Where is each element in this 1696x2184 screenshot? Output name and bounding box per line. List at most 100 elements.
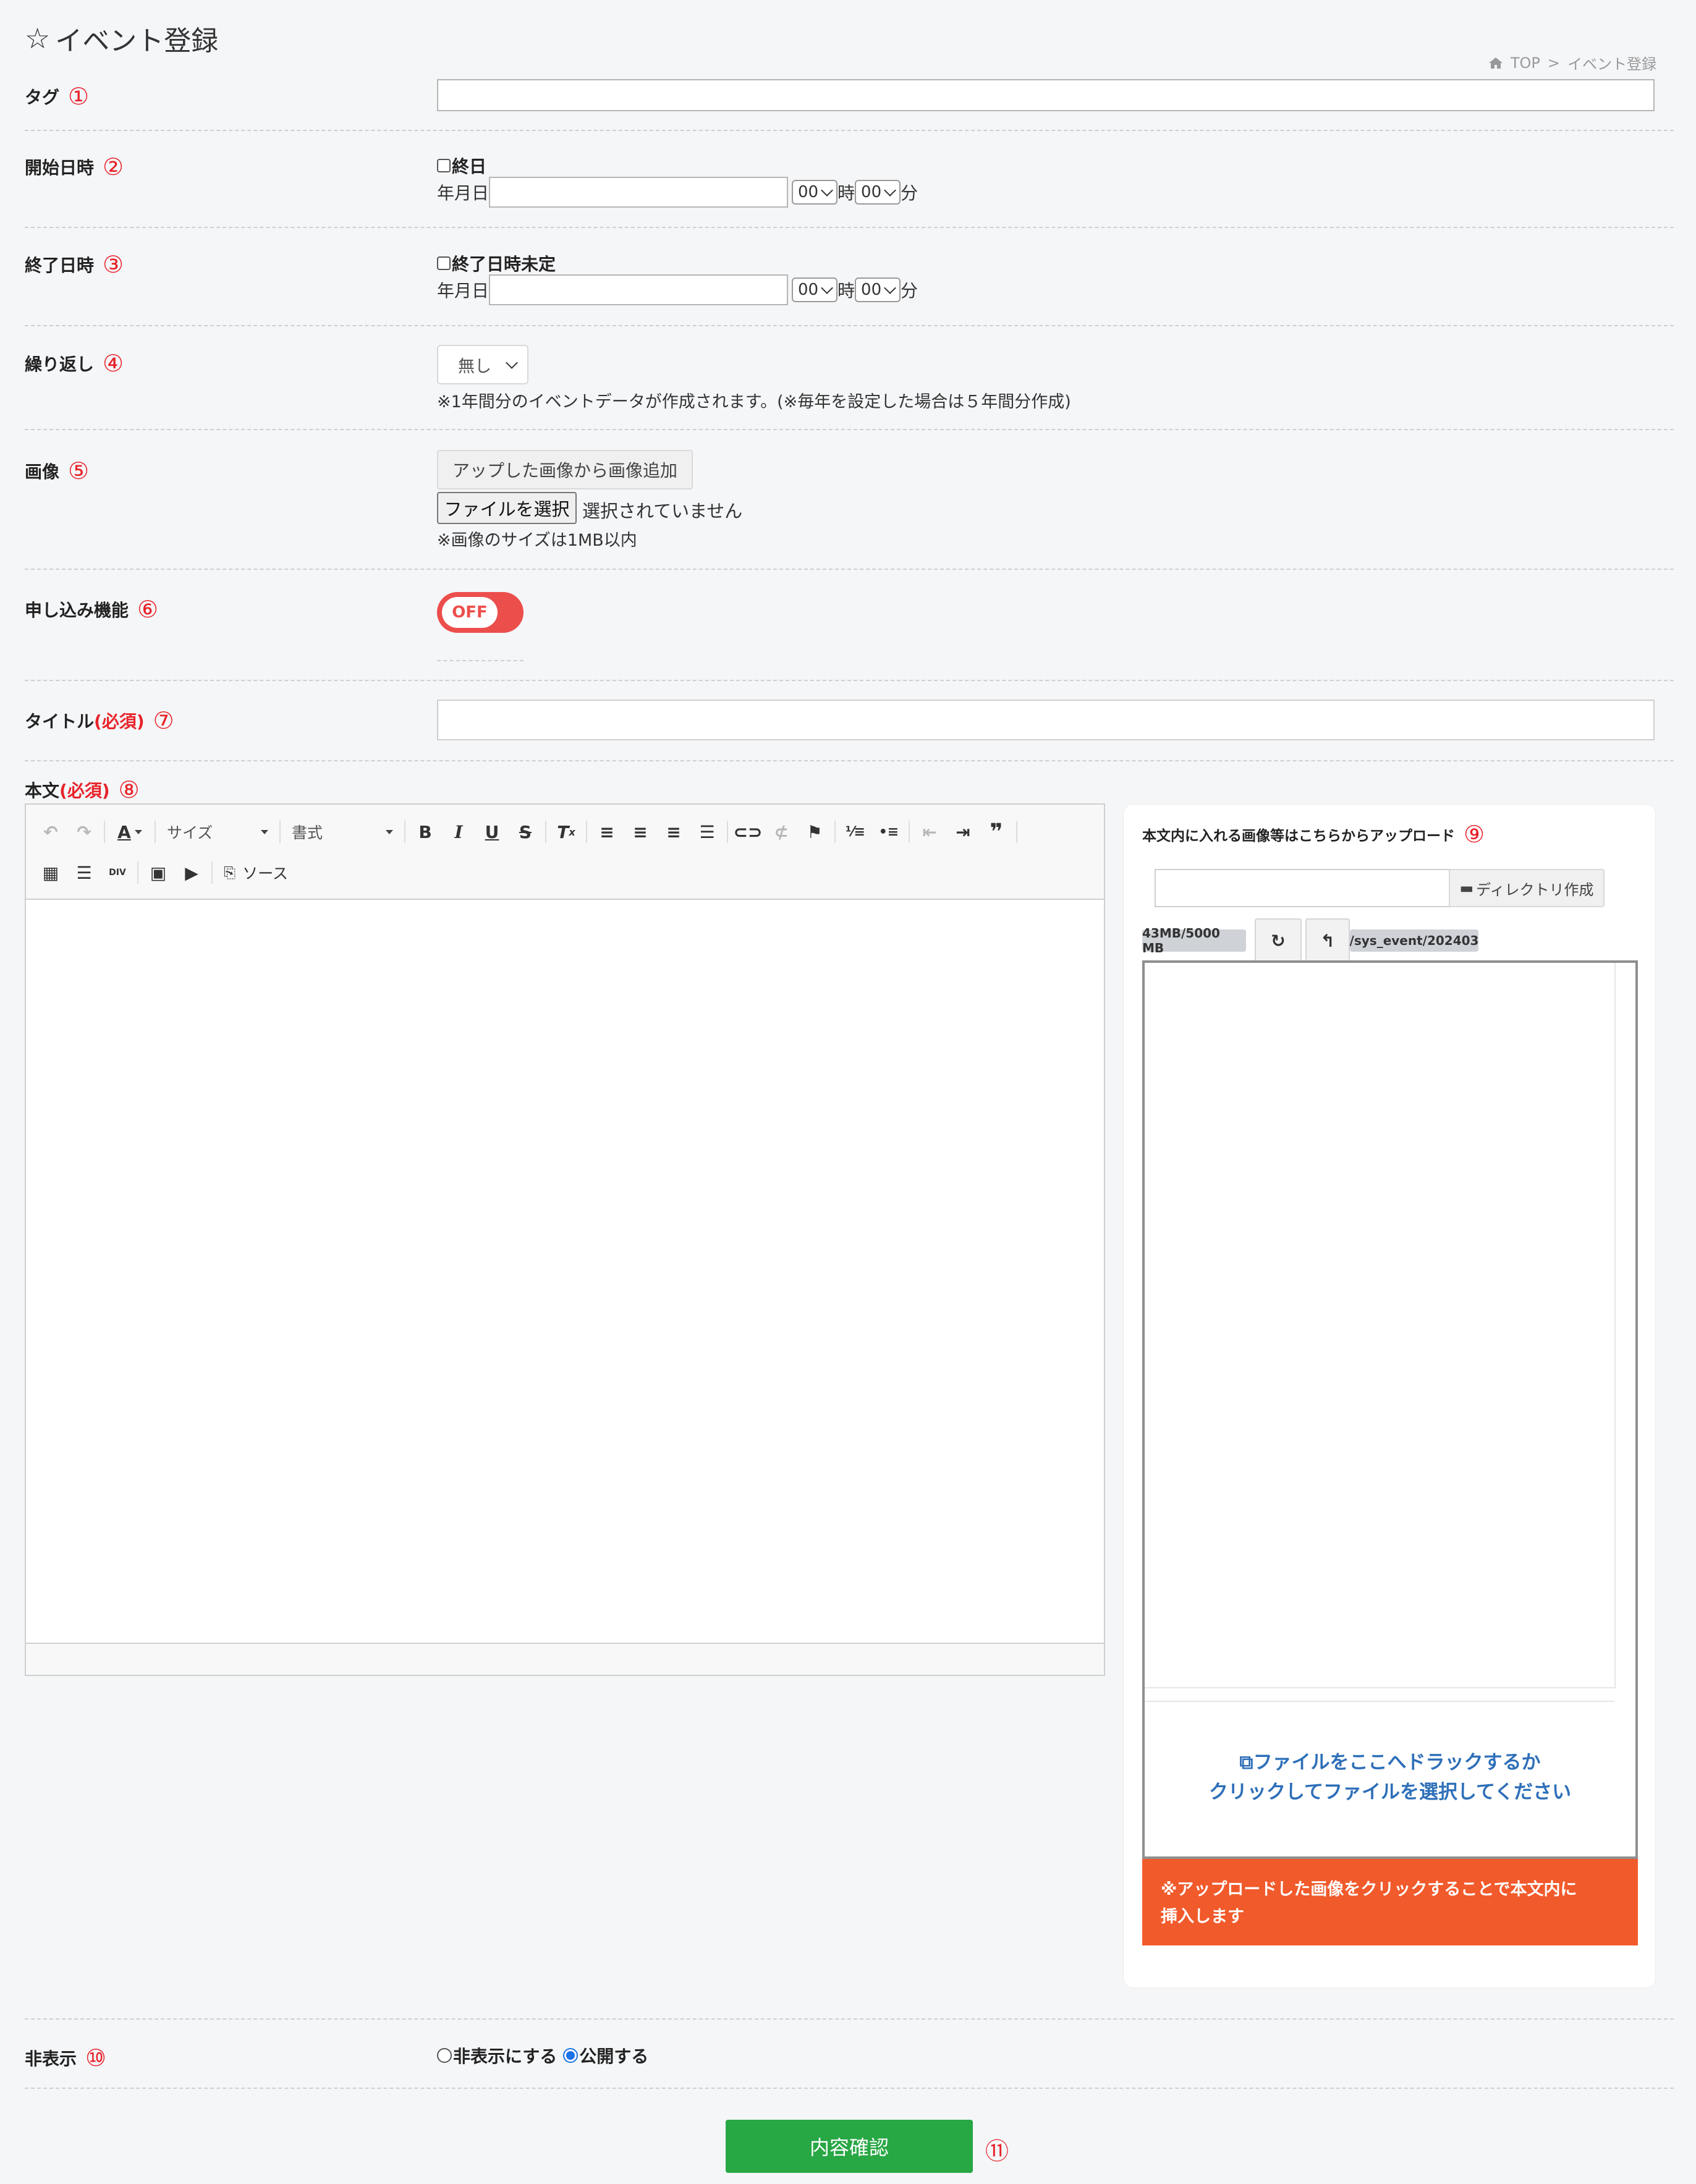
numbered-list-icon[interactable]: ⅟≡: [842, 818, 869, 845]
outdent-icon[interactable]: ⇤: [916, 818, 943, 845]
end-minute-value: 00: [861, 281, 882, 299]
body-editor: ↶ ↷ A サイズ 書式 B I U S Tx ≡ ≡ ≡ ☰ ⊂⊃ ⊄ ⚑ ⅟…: [25, 803, 1105, 1676]
repeat-label-text: 繰り返し: [25, 354, 95, 375]
separator: [155, 821, 156, 843]
anchor-flag-icon[interactable]: ⚑: [801, 818, 828, 845]
marker-4: ④: [103, 350, 124, 377]
horizontal-rule-icon[interactable]: ☰: [70, 859, 98, 886]
text-color-icon[interactable]: A: [111, 818, 148, 845]
align-center-icon[interactable]: ≡: [627, 818, 654, 845]
size-combo[interactable]: サイズ: [162, 818, 273, 845]
end-minute-select[interactable]: 00: [855, 277, 901, 302]
end-undecided-checkbox[interactable]: [437, 256, 451, 270]
table-icon[interactable]: ▦: [37, 859, 64, 886]
dropdown-arrow-icon: [261, 829, 268, 834]
separator: [586, 821, 587, 843]
link-icon[interactable]: ⊂⊃: [734, 818, 763, 845]
upload-panel-heading: 本文内に入れる画像等はこちらからアップロード ⑨: [1142, 821, 1485, 848]
marker-3: ③: [103, 251, 124, 278]
image-icon[interactable]: ▣: [145, 859, 172, 886]
div-container-icon[interactable]: DIV: [104, 859, 131, 886]
separator: [404, 821, 405, 843]
end-hour-select[interactable]: 00: [792, 277, 838, 302]
end-date-input[interactable]: [489, 274, 789, 305]
italic-icon[interactable]: I: [445, 818, 472, 845]
body-label: 本文(必須) ⑧: [25, 776, 140, 803]
source-button[interactable]: ⎘ ソース: [219, 859, 293, 886]
tag-input[interactable]: [437, 79, 1655, 111]
align-justify-icon[interactable]: ☰: [693, 818, 721, 845]
tag-label-text: タグ: [25, 87, 60, 108]
title-label-text: タイトル(必須): [25, 708, 145, 733]
remove-format-icon[interactable]: Tx: [553, 818, 580, 845]
separator: [727, 821, 728, 843]
mkdir-label: ディレクトリ作成: [1476, 881, 1594, 899]
format-combo[interactable]: 書式: [287, 818, 398, 845]
public-option-label: 公開する: [579, 2046, 649, 2067]
breadcrumb-current: イベント登録: [1567, 56, 1656, 73]
mkdir-button[interactable]: ▬ ディレクトリ作成: [1449, 869, 1605, 907]
editor-content-area[interactable]: [26, 900, 1104, 1643]
application-label: 申し込み機能 ⑥: [25, 596, 158, 623]
redo-icon[interactable]: ↷: [70, 818, 98, 845]
body-label-text: 本文(必須): [25, 777, 110, 802]
size-combo-label: サイズ: [167, 824, 213, 842]
directory-name-input[interactable]: [1155, 869, 1450, 907]
refresh-icon[interactable]: ↻: [1255, 918, 1302, 963]
indent-icon[interactable]: ⇥: [949, 818, 977, 845]
visibility-options: 非表示にする 公開する: [437, 2043, 648, 2068]
parent-directory-icon[interactable]: ↰: [1305, 918, 1350, 963]
hide-radio[interactable]: [437, 2048, 452, 2063]
title-label-main: タイトル: [25, 711, 95, 732]
no-file-text: 選択されていません: [582, 501, 743, 522]
end-hour-value: 00: [798, 281, 819, 299]
add-from-uploaded-button[interactable]: アップした画像から画像追加: [437, 450, 693, 489]
start-minute-select[interactable]: 00: [855, 180, 901, 205]
breadcrumb-home-link[interactable]: TOP: [1511, 54, 1540, 72]
align-left-icon[interactable]: ≡: [593, 818, 621, 845]
underline-icon[interactable]: U: [478, 818, 506, 845]
page-title-text: イベント登録: [55, 25, 219, 57]
start-allday: 終日: [437, 153, 486, 178]
copy-files-icon: ⧉: [1239, 1751, 1253, 1774]
upload-panel: 本文内に入れる画像等はこちらからアップロード ⑨ ▬ ディレクトリ作成 43MB…: [1124, 805, 1655, 1987]
application-label-text: 申し込み機能: [25, 600, 129, 620]
file-drop-zone[interactable]: ⧉ファイルをここへドラックするか クリックしてファイルを選択してください: [1142, 960, 1638, 1859]
allday-checkbox[interactable]: [437, 159, 451, 172]
repeat-label: 繰り返し ④: [25, 350, 124, 377]
start-date-input[interactable]: [489, 177, 789, 208]
start-hour-select[interactable]: 00: [792, 180, 838, 205]
repeat-select[interactable]: 無し: [437, 345, 528, 384]
marker-8: ⑧: [118, 776, 140, 803]
undo-icon[interactable]: ↶: [37, 818, 64, 845]
repeat-note: ※1年間分のイベントデータが作成されます。(※毎年を設定した場合は５年間分作成): [437, 392, 1071, 412]
divider: [25, 429, 1674, 430]
insert-notice-line-2: 挿入します: [1161, 1907, 1244, 1926]
separator: [137, 861, 138, 884]
divider: [25, 680, 1674, 681]
title-label: タイトル(必須) ⑦: [25, 707, 174, 734]
required-mark: (必須): [94, 711, 145, 732]
blockquote-icon[interactable]: ❞: [983, 818, 1010, 845]
strikethrough-icon[interactable]: S: [512, 818, 539, 845]
end-datetime-label: 終了日時 ③: [25, 251, 124, 278]
drop-line-1: ファイルをここへドラックするか: [1253, 1751, 1541, 1774]
confirm-button[interactable]: 内容確認: [726, 2120, 973, 2173]
youtube-icon[interactable]: ▶: [178, 859, 205, 886]
storage-usage-badge: 43MB/5000 MB: [1142, 926, 1246, 955]
bold-icon[interactable]: B: [412, 818, 439, 845]
align-right-icon[interactable]: ≡: [660, 818, 687, 845]
chevron-down-icon: [884, 282, 896, 294]
choose-file-button[interactable]: ファイルを選択: [437, 492, 577, 524]
bulleted-list-icon[interactable]: •≡: [875, 818, 902, 845]
end-undecided: 終了日時未定: [437, 251, 556, 276]
application-toggle[interactable]: OFF: [437, 592, 524, 633]
chevron-down-icon: [884, 184, 896, 197]
source-icon: ⎘: [224, 864, 236, 881]
separator: [834, 821, 836, 843]
title-input[interactable]: [437, 700, 1655, 740]
format-combo-label: 書式: [292, 824, 323, 842]
chevron-down-icon: [821, 184, 833, 197]
public-radio[interactable]: [563, 2048, 579, 2063]
unlink-icon[interactable]: ⊄: [768, 818, 795, 845]
